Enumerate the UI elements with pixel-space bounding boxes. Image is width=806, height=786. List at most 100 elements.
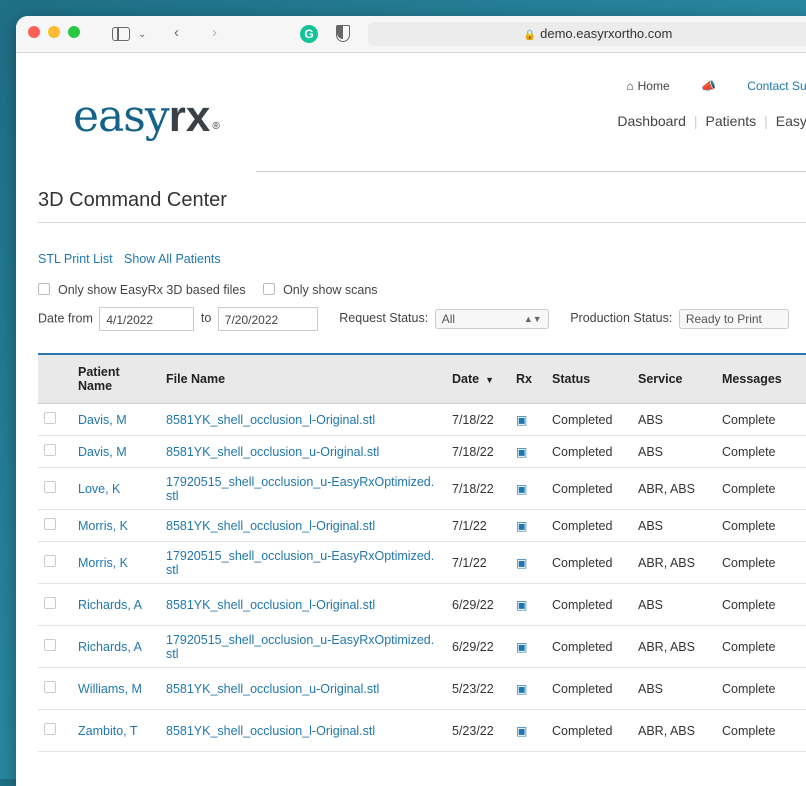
only-easyrx-filter[interactable]: Only show EasyRx 3D based files — [38, 283, 246, 297]
binoculars-icon[interactable]: ▣ — [516, 519, 527, 533]
address-bar[interactable]: 🔒 demo.easyrxortho.com — [368, 22, 806, 46]
patient-name-link[interactable]: Morris, K — [78, 519, 128, 533]
row-checkbox[interactable] — [44, 597, 56, 609]
request-status-select[interactable]: All ▲▼ — [434, 309, 549, 329]
only-scans-filter[interactable]: Only show scans — [263, 283, 378, 297]
patient-name-link[interactable]: Williams, M — [78, 682, 142, 696]
patient-name-link[interactable]: Love, K — [78, 482, 120, 496]
binoculars-icon[interactable]: ▣ — [516, 598, 527, 612]
row-checkbox[interactable] — [44, 723, 56, 735]
file-name-link[interactable]: 17920515_shell_occlusion_u-EasyRxOptimiz… — [166, 633, 434, 661]
rx-cell: ▣ — [510, 583, 546, 626]
back-arrow-icon[interactable]: ‹ — [174, 23, 179, 43]
row-checkbox[interactable] — [44, 518, 56, 530]
chevron-down-icon[interactable]: ⌄ — [138, 25, 146, 45]
grammarly-extension-icon[interactable]: G — [300, 25, 318, 43]
row-checkbox[interactable] — [44, 681, 56, 693]
home-link[interactable]: ⌂ Home — [626, 79, 669, 93]
megaphone-icon[interactable]: 📣 — [701, 79, 716, 93]
date-cell: 6/29/22 — [446, 583, 510, 626]
patient-name-link[interactable]: Morris, K — [78, 556, 128, 570]
forward-arrow-icon[interactable]: › — [212, 23, 217, 43]
file-name-link[interactable]: 17920515_shell_occlusion_u-EasyRxOptimiz… — [166, 475, 434, 503]
binoculars-icon[interactable]: ▣ — [516, 413, 527, 427]
patient-name-cell: Davis, M — [72, 435, 160, 468]
table-row[interactable]: Davis, M 8581YK_shell_occlusion_l-Origina… — [38, 403, 806, 436]
easyrx-logo[interactable]: easyrx ® — [73, 91, 220, 142]
file-name-link[interactable]: 8581YK_shell_occlusion_l-Original.stl — [166, 724, 375, 738]
sidebar-toggle-icon[interactable] — [112, 27, 130, 41]
patient-name-header[interactable]: Patient Name — [72, 354, 160, 404]
nav-easyrx[interactable]: EasyRx — [776, 113, 806, 129]
messages-header[interactable]: Messages — [716, 354, 806, 404]
file-name-link[interactable]: 8581YK_shell_occlusion_l-Original.stl — [166, 519, 375, 533]
table-row[interactable]: Love, K 17920515_shell_occlusion_u-EasyRx… — [38, 467, 806, 510]
minimize-window-button[interactable] — [48, 26, 60, 38]
status-cell: Completed — [546, 667, 632, 710]
row-checkbox[interactable] — [44, 412, 56, 424]
zoom-window-button[interactable] — [68, 26, 80, 38]
patient-name-link[interactable]: Richards, A — [78, 598, 142, 612]
close-window-button[interactable] — [28, 26, 40, 38]
table-row[interactable]: Morris, K 17920515_shell_occlusion_u-Easy… — [38, 541, 806, 584]
date-to-input[interactable]: 7/20/2022 — [217, 307, 318, 331]
binoculars-icon[interactable]: ▣ — [516, 482, 527, 496]
sort-desc-icon: ▼ — [485, 375, 495, 385]
file-name-link[interactable]: 8581YK_shell_occlusion_l-Original.stl — [166, 413, 375, 427]
row-checkbox[interactable] — [44, 555, 56, 567]
rx-header[interactable]: Rx — [510, 354, 546, 404]
status-cell: Completed — [546, 709, 632, 752]
file-name-cell: 8581YK_shell_occlusion_l-Original.stl — [160, 709, 446, 752]
file-name-link[interactable]: 8581YK_shell_occlusion_u-Original.stl — [166, 682, 379, 696]
nav-patients[interactable]: Patients — [706, 113, 757, 129]
table-row[interactable]: Richards, A 8581YK_shell_occlusion_l-Orig… — [38, 583, 806, 626]
nav-separator: | — [693, 113, 698, 129]
table-row[interactable]: Zambito, T 8581YK_shell_occlusion_l-Origi… — [38, 709, 806, 752]
table-row[interactable]: Davis, M 8581YK_shell_occlusion_u-Origina… — [38, 435, 806, 468]
only-scans-checkbox[interactable] — [263, 283, 276, 295]
service-header[interactable]: Service — [632, 354, 716, 404]
row-checkbox[interactable] — [44, 444, 56, 456]
production-status-select[interactable]: Ready to Print — [678, 309, 789, 329]
binoculars-icon[interactable]: ▣ — [516, 445, 527, 459]
table-row[interactable]: Morris, K 8581YK_shell_occlusion_l-Origin… — [38, 509, 806, 542]
binoculars-icon[interactable]: ▣ — [516, 724, 527, 738]
file-name-link[interactable]: 8581YK_shell_occlusion_l-Original.stl — [166, 598, 375, 612]
row-checkbox[interactable] — [44, 481, 56, 493]
date-header[interactable]: Date ▼ — [446, 354, 510, 404]
row-checkbox-cell — [38, 403, 72, 436]
patient-name-link[interactable]: Richards, A — [78, 640, 142, 654]
table-row[interactable]: Richards, A 17920515_shell_occlusion_u-Ea… — [38, 625, 806, 668]
date-from-input[interactable]: 4/1/2022 — [99, 307, 195, 331]
show-all-patients-link[interactable]: Show All Patients — [124, 252, 221, 266]
stl-print-list-link[interactable]: STL Print List — [38, 252, 113, 266]
patient-name-link[interactable]: Zambito, T — [78, 724, 138, 738]
row-checkbox-cell — [38, 435, 72, 468]
file-name-cell: 17920515_shell_occlusion_u-EasyRxOptimiz… — [160, 467, 446, 510]
request-status-label: Request Status: — [339, 311, 429, 326]
messages-cell: Complete — [716, 403, 806, 436]
registered-mark: ® — [212, 121, 219, 133]
only-easyrx-checkbox[interactable] — [38, 283, 50, 295]
page-title: 3D Command Center — [38, 189, 227, 211]
binoculars-icon[interactable]: ▣ — [516, 640, 527, 654]
status-header[interactable]: Status — [546, 354, 632, 404]
stl-file-table: Patient Name File Name Date ▼ Rx Status S… — [38, 353, 806, 752]
binoculars-icon[interactable]: ▣ — [516, 556, 527, 570]
patient-name-link[interactable]: Davis, M — [78, 445, 127, 459]
file-name-header[interactable]: File Name — [160, 354, 446, 404]
binoculars-icon[interactable]: ▣ — [516, 682, 527, 696]
nav-dashboard[interactable]: Dashboard — [617, 113, 686, 129]
select-all-header — [38, 354, 72, 404]
table-row[interactable]: Williams, M 8581YK_shell_occlusion_u-Orig… — [38, 667, 806, 710]
patient-name-link[interactable]: Davis, M — [78, 413, 127, 427]
contact-support-link[interactable]: Contact Supp — [747, 79, 806, 93]
nav-separator: | — [764, 113, 768, 129]
action-links: STL Print List Show All Patients — [38, 252, 229, 266]
file-name-cell: 8581YK_shell_occlusion_l-Original.stl — [160, 403, 446, 436]
file-name-link[interactable]: 17920515_shell_occlusion_u-EasyRxOptimiz… — [166, 549, 434, 577]
rx-cell: ▣ — [510, 667, 546, 710]
file-name-link[interactable]: 8581YK_shell_occlusion_u-Original.stl — [166, 445, 379, 459]
privacy-shield-icon[interactable] — [336, 25, 350, 42]
row-checkbox[interactable] — [44, 639, 56, 651]
